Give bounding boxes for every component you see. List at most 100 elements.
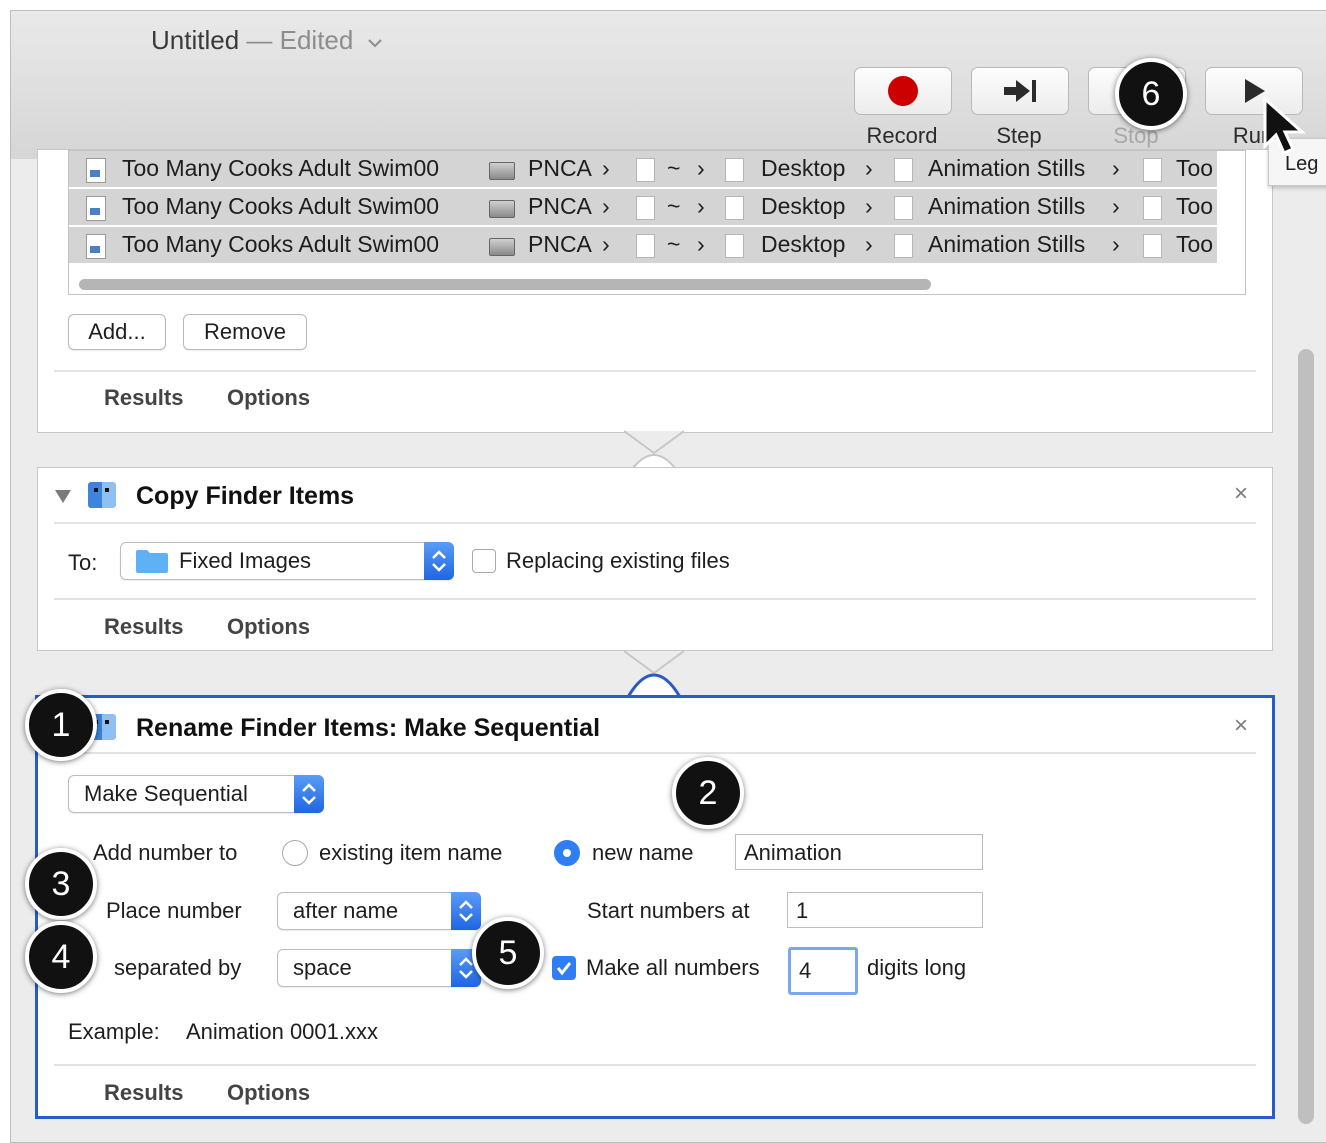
panel-connector — [624, 650, 684, 697]
record-label: Record — [866, 123, 938, 148]
vertical-scrollbar[interactable] — [1298, 349, 1314, 1124]
close-icon[interactable]: × — [1234, 480, 1248, 508]
window-title-name: Untitled — [151, 25, 240, 55]
path-component: PNCA — [528, 231, 592, 257]
path-component: Desktop — [761, 155, 846, 181]
window-title-state: Edited — [279, 25, 354, 55]
path-separator: › — [697, 193, 705, 219]
path-component: Desktop — [761, 193, 846, 219]
annotation-badge-4: 4 — [25, 921, 97, 993]
folder-doc-icon — [1143, 158, 1162, 182]
rename-panel-title: Rename Finder Items: Make Sequential — [136, 714, 601, 742]
replacing-checkbox[interactable] — [472, 549, 496, 573]
folder-doc-icon — [894, 196, 913, 220]
file-row[interactable]: Too Many Cooks Adult Swim00 PNCA › ~ › D… — [69, 151, 1217, 189]
path-separator: › — [1112, 155, 1120, 181]
make-all-numbers-label: Make all numbers — [586, 955, 760, 980]
file-name: Too Many Cooks Adult Swim00 — [122, 193, 440, 219]
add-button[interactable]: Add... — [68, 314, 166, 350]
remove-button[interactable]: Remove — [183, 314, 307, 350]
start-numbers-label: Start numbers at — [587, 898, 750, 923]
new-name-radio[interactable] — [554, 840, 580, 866]
file-name: Too Many Cooks Adult Swim00 — [122, 231, 440, 257]
path-component: Too — [1176, 155, 1214, 181]
record-icon — [888, 76, 918, 106]
window-title-separator: — — [239, 25, 280, 55]
up-down-arrows-icon — [432, 550, 446, 572]
options-tab[interactable]: Options — [227, 1080, 310, 1106]
digits-long-label: digits long — [867, 955, 967, 980]
divider — [54, 370, 1256, 372]
horizontal-scrollbar[interactable] — [79, 279, 931, 290]
existing-name-radio[interactable] — [282, 840, 308, 866]
record-button[interactable] — [854, 67, 952, 115]
file-name: Too Many Cooks Adult Swim00 — [122, 155, 440, 181]
divider — [54, 1064, 1256, 1066]
mode-popup[interactable]: Make Sequential — [68, 775, 324, 813]
annotation-badge-2: 2 — [672, 757, 744, 829]
replacing-label: Replacing existing files — [506, 548, 730, 573]
divider — [54, 752, 1256, 754]
finder-icon — [88, 482, 116, 508]
path-separator: › — [697, 155, 705, 181]
get-items-panel: Too Many Cooks Adult Swim00 PNCA › ~ › D… — [37, 149, 1273, 433]
place-number-popup[interactable]: after name — [277, 892, 481, 930]
file-list[interactable]: Too Many Cooks Adult Swim00 PNCA › ~ › D… — [68, 150, 1246, 295]
place-number-label: Place number — [106, 898, 242, 923]
new-name-field[interactable]: Animation — [735, 834, 983, 870]
drive-icon — [489, 238, 515, 256]
copy-panel-title: Copy Finder Items — [136, 482, 355, 510]
annotation-badge-3: 3 — [25, 848, 97, 920]
annotation-badge-1: 1 — [25, 689, 97, 761]
results-tab[interactable]: Results — [104, 385, 183, 411]
automator-window: Untitled — Edited Record Step Stop Run T… — [10, 10, 1326, 1143]
options-tab[interactable]: Options — [227, 614, 310, 640]
folder-doc-icon — [894, 158, 913, 182]
folder-doc-icon — [725, 196, 744, 220]
example-value: Animation 0001.xxx — [186, 1019, 378, 1044]
folder-doc-icon — [1143, 234, 1162, 258]
destination-value: Fixed Images — [179, 548, 312, 573]
results-tab[interactable]: Results — [104, 1080, 183, 1106]
image-file-icon — [86, 196, 106, 221]
annotation-badge-5: 5 — [472, 917, 544, 989]
path-component: ~ — [667, 231, 681, 257]
file-row[interactable]: Too Many Cooks Adult Swim00 PNCA › ~ › D… — [69, 189, 1217, 227]
path-separator: › — [1112, 193, 1120, 219]
folder-doc-icon — [636, 158, 655, 182]
annotation-badge-6: 6 — [1115, 58, 1187, 130]
path-component: Too — [1176, 193, 1214, 219]
start-numbers-field[interactable]: 1 — [787, 892, 983, 928]
make-all-numbers-checkbox[interactable] — [552, 956, 576, 980]
digits-field[interactable]: 4 — [788, 947, 858, 995]
step-button[interactable] — [971, 67, 1069, 115]
close-icon[interactable]: × — [1234, 712, 1248, 740]
separated-by-value: space — [293, 955, 352, 980]
path-component: Animation Stills — [928, 231, 1086, 257]
popup-stepper — [451, 892, 481, 930]
path-component: Animation Stills — [928, 193, 1086, 219]
results-tab[interactable]: Results — [104, 614, 183, 640]
path-separator: › — [865, 193, 873, 219]
window-title[interactable]: Untitled — Edited — [151, 25, 383, 56]
path-component: Animation Stills — [928, 155, 1086, 181]
path-separator: › — [602, 193, 610, 219]
mouse-cursor-icon — [1263, 96, 1306, 155]
file-row[interactable]: Too Many Cooks Adult Swim00 PNCA › ~ › D… — [69, 227, 1217, 265]
folder-doc-icon — [636, 196, 655, 220]
destination-popup[interactable]: Fixed Images — [120, 542, 454, 580]
path-component: PNCA — [528, 193, 592, 219]
separated-by-label: separated by — [114, 955, 242, 980]
workflow-area: Too Many Cooks Adult Swim00 PNCA › ~ › D… — [11, 149, 1326, 1142]
checkmark-icon — [556, 962, 572, 976]
folder-doc-icon — [1143, 196, 1162, 220]
popup-stepper — [294, 775, 324, 813]
divider — [54, 598, 1256, 600]
drive-icon — [489, 162, 515, 180]
disclosure-triangle-icon[interactable] — [54, 488, 72, 504]
options-tab[interactable]: Options — [227, 385, 310, 411]
separated-by-popup[interactable]: space — [277, 949, 481, 987]
example-label: Example: — [68, 1019, 160, 1044]
divider — [54, 522, 1256, 524]
path-component: Desktop — [761, 231, 846, 257]
